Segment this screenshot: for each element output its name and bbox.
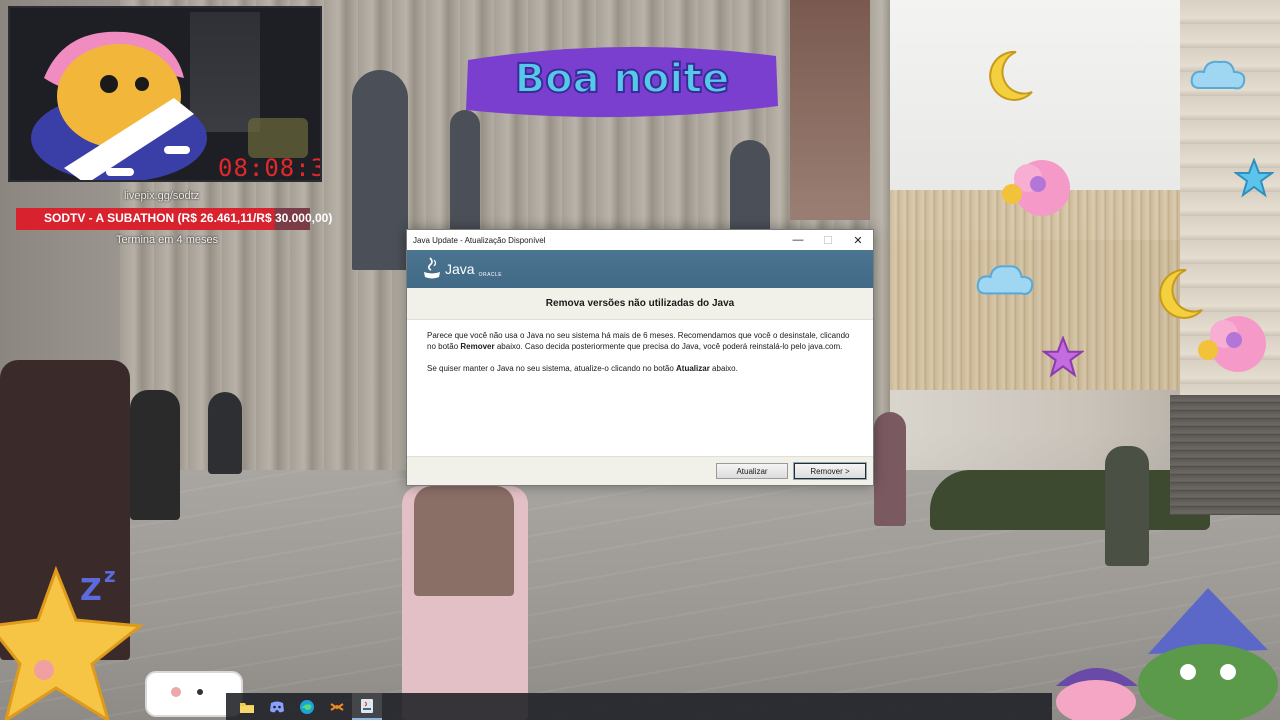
subathon-label: SODTV - A SUBATHON (R$ 26.461,11/R$ 30.0… (44, 211, 333, 225)
webcam-frame: 08:08:32 (8, 6, 322, 182)
cloud-icon (976, 265, 1034, 295)
oracle-wordmark: ORACLE (478, 272, 503, 278)
moon-icon (989, 50, 1033, 101)
message-text: Se quiser manter o Java no seu sistema, … (427, 364, 677, 373)
cloud-icon (1190, 60, 1246, 90)
java-cup-icon (424, 257, 440, 279)
pink-sheep-icon (1002, 160, 1070, 216)
person (1105, 446, 1149, 566)
message-text: abaixo. Caso decida posteriormente que p… (494, 342, 843, 351)
pink-sheep-icon (1198, 316, 1266, 372)
stream-timer: 08:08:32 (218, 154, 320, 182)
message-paragraph: Parece que você não usa o Java no seu si… (427, 330, 853, 352)
person (130, 390, 180, 520)
maximize-button: ☐ (823, 234, 833, 247)
stairs (1170, 395, 1280, 515)
discord-icon (270, 701, 284, 712)
church-window (450, 110, 480, 240)
minimize-button[interactable]: — (783, 230, 813, 250)
person (874, 412, 906, 526)
kirby-sleep-emote (1056, 668, 1138, 720)
update-button[interactable]: Atualizar (716, 463, 788, 479)
person (208, 392, 242, 474)
livepix-link: livepix.gg/sodtz (124, 190, 200, 202)
java-wordmark: Java (445, 261, 475, 277)
svg-text:z: z (104, 563, 116, 587)
church-tower (790, 0, 870, 220)
hedge (930, 470, 1210, 530)
file-explorer-icon (240, 702, 254, 713)
edge-icon (300, 699, 314, 714)
dialog-titlebar[interactable]: Java Update - Atualização Disponível — ☐… (407, 230, 873, 250)
boa-noite-banner: Boa noite (466, 46, 778, 118)
obs-tool-icon (330, 702, 344, 711)
message-text: abaixo. (709, 364, 738, 373)
message-paragraph: Se quiser manter o Java no seu sistema, … (427, 363, 853, 374)
svg-text:Z: Z (80, 573, 102, 608)
star-icon (1234, 158, 1274, 198)
java-logo: Java ORACLE (421, 256, 502, 282)
close-button[interactable]: ✕ (843, 230, 873, 250)
person (414, 486, 514, 596)
message-bold: Atualizar (676, 364, 710, 373)
java-update-taskbar-button[interactable] (352, 693, 382, 720)
dialog-headline: Remova versões não utilizadas do Java (407, 288, 873, 320)
sleeping-dog-emote (31, 31, 207, 180)
discord-button[interactable] (262, 693, 292, 720)
java-update-icon (361, 698, 373, 713)
church-window (352, 70, 408, 270)
windows-taskbar (226, 693, 1052, 720)
star-icon (1042, 336, 1084, 378)
sleepy-star-emote: Z z (0, 563, 144, 720)
boa-noite-text: Boa noite (515, 56, 730, 102)
subathon-end-note: Termina em 4 meses (116, 234, 219, 246)
dialog-title: Java Update - Atualização Disponível (413, 235, 546, 245)
edge-button[interactable] (292, 693, 322, 720)
remove-button[interactable]: Remover > (793, 462, 867, 480)
church-window (730, 140, 770, 230)
subathon-progress-bar: SODTV - A SUBATHON (R$ 26.461,11/R$ 30.0… (16, 208, 332, 230)
java-update-dialog: Java Update - Atualização Disponível — ☐… (406, 229, 874, 486)
file-explorer-button[interactable] (232, 693, 262, 720)
message-bold: Remover (460, 342, 495, 351)
arrows-app-button[interactable] (322, 693, 352, 720)
java-header-banner: Java ORACLE (407, 250, 873, 288)
dialog-message: Parece que você não usa o Java no seu si… (407, 320, 873, 457)
dialog-footer: Atualizar Remover > (407, 456, 873, 485)
wizard-frog-emote (1138, 588, 1278, 720)
webcam-lamp (248, 118, 308, 158)
